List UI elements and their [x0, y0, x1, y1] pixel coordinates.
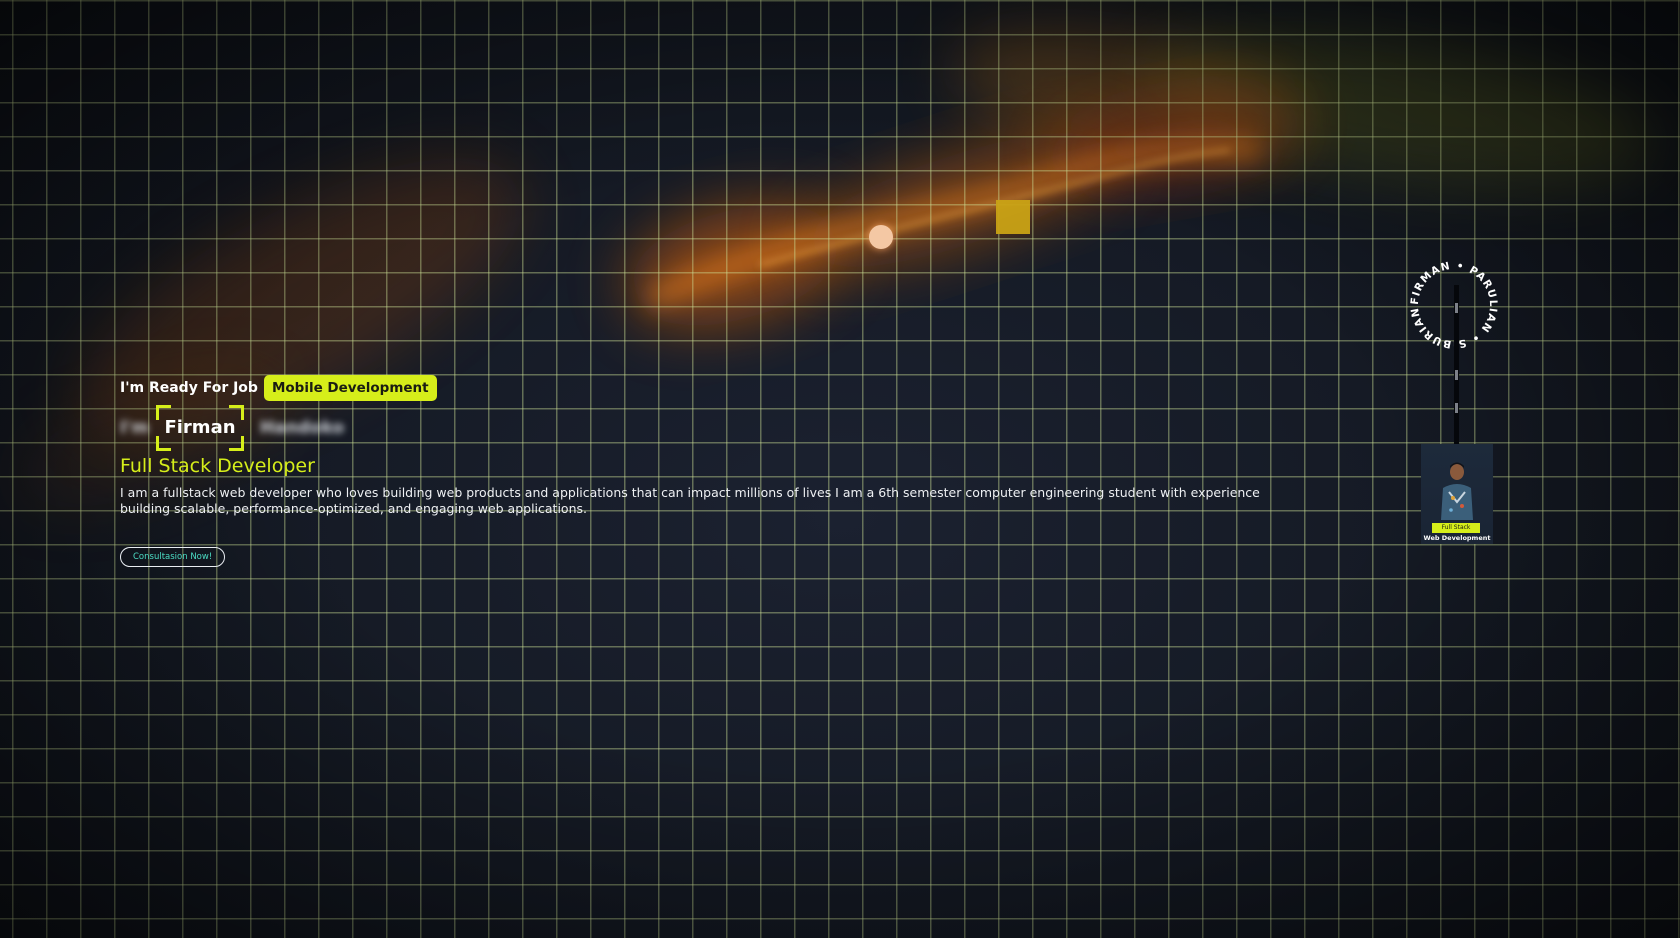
highlighted-grid-cell: [996, 200, 1030, 234]
id-badge[interactable]: FIRMAN • PARULIAN • SIBURIAN • Full Stac…: [1400, 255, 1510, 555]
cursor-dot: [869, 225, 893, 249]
lanyard-mark: [1455, 403, 1458, 413]
name-suffix-blurred: Handoko: [260, 418, 345, 438]
ready-badge: Mobile Development: [263, 375, 437, 401]
ready-row: I'm Ready For Job Mobile Development: [120, 375, 1280, 401]
corner-bracket: [229, 436, 244, 451]
name-highlight-box: Firman: [156, 405, 244, 451]
name-prefix-blurred: I'm: [120, 418, 150, 438]
ready-text: I'm Ready For Job: [120, 380, 258, 396]
svg-text:FIRMAN • PARULIAN • SIBURIAN •: FIRMAN • PARULIAN • SIBURIAN •: [1404, 255, 1499, 350]
name-row: I'm Firman Handoko: [120, 405, 1280, 453]
name-text: Firman: [164, 417, 236, 438]
avatar: [1441, 462, 1473, 520]
description: I am a fullstack web developer who loves…: [120, 485, 1260, 516]
lanyard-mark: [1455, 303, 1458, 313]
ring-text: FIRMAN • PARULIAN • SIBURIAN •: [1404, 255, 1498, 350]
role-title: Full Stack Developer: [120, 455, 315, 477]
lanyard-mark: [1455, 370, 1458, 380]
card-subtitle: Web Development: [1423, 534, 1491, 542]
badge-card[interactable]: Full Stack Web Development: [1421, 444, 1493, 544]
consultation-button[interactable]: Consultasion Now!: [120, 547, 226, 567]
corner-bracket: [156, 436, 171, 451]
hero-section: I'm Ready For Job Mobile Development I'm…: [120, 375, 1280, 567]
card-tag: Full Stack: [1432, 523, 1480, 533]
